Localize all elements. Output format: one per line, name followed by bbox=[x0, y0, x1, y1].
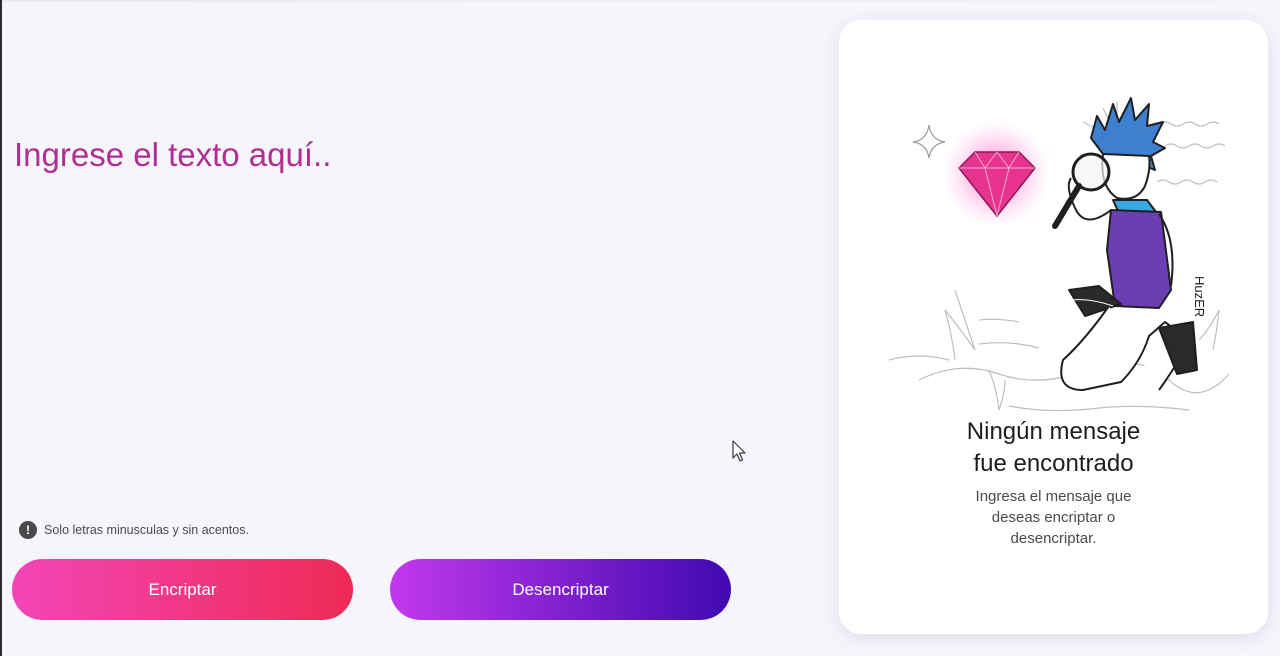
illustration-signature: HuzER bbox=[1192, 276, 1207, 317]
no-message-description-line3: desencriptar. bbox=[1010, 530, 1097, 547]
mouse-pointer-icon bbox=[732, 440, 746, 462]
text-input[interactable] bbox=[14, 130, 794, 506]
encrypt-button[interactable]: Encriptar bbox=[12, 559, 353, 620]
top-strip bbox=[0, 0, 1280, 2]
window-left-border bbox=[0, 0, 2, 656]
no-message-title-line1: Ningún mensaje bbox=[966, 418, 1141, 445]
hint: ! Solo letras minusculas y sin acentos. bbox=[19, 521, 249, 539]
sparkle-icon bbox=[912, 124, 946, 159]
output-card: HuzER Ningún mensaje fue encontrado Ingr… bbox=[839, 20, 1268, 634]
boy-figure bbox=[1052, 97, 1198, 391]
no-message-title-line2: fue encontrado bbox=[973, 450, 1134, 477]
info-icon: ! bbox=[19, 521, 37, 539]
no-message-description-line2: deseas encriptar o bbox=[991, 509, 1116, 526]
decrypt-button[interactable]: Desencriptar bbox=[390, 559, 731, 620]
hint-text: Solo letras minusculas y sin acentos. bbox=[44, 523, 249, 537]
no-message-title: Ningún mensaje fue encontrado bbox=[839, 416, 1268, 480]
boy-with-magnifying-glass-illustration: HuzER bbox=[888, 97, 1230, 412]
no-message-description-line1: Ingresa el mensaje que bbox=[975, 488, 1132, 505]
no-message-description: Ingresa el mensaje que deseas encriptar … bbox=[939, 486, 1168, 549]
